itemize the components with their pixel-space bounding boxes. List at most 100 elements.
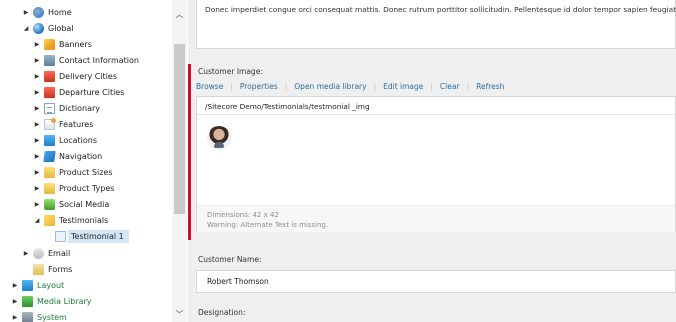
clear-link[interactable]: Clear (440, 82, 460, 91)
expand-arrow-icon[interactable]: ▶ (11, 296, 19, 306)
tree-item-product-sizes[interactable]: ▶ Product Sizes (33, 164, 113, 180)
alt-text-warning: Warning: Alternate Text is missing. (207, 221, 329, 229)
previous-text-field[interactable]: Donec imperdiet congue orci consequat ma… (196, 0, 676, 49)
tree-item-delivery-cities[interactable]: ▶ Delivery Cities (33, 68, 117, 84)
layout-icon (22, 279, 33, 291)
item-editor: Donec imperdiet congue orci consequat ma… (188, 0, 676, 322)
expand-arrow-icon[interactable]: ▶ (22, 7, 30, 17)
dictionary-icon (44, 102, 55, 114)
expand-arrow-icon[interactable]: ▶ (33, 183, 41, 193)
delivery-cities-icon (44, 70, 55, 82)
tree-item-testimonials[interactable]: ◢ Testimonials (33, 212, 108, 228)
tree-item-media-library[interactable]: ▶ Media Library (11, 293, 92, 309)
tree-item-layout[interactable]: ▶ Layout (11, 277, 64, 293)
scrollbar-thumb[interactable] (174, 44, 185, 214)
tree-item-label: Locations (59, 135, 98, 145)
expand-arrow-icon[interactable]: ▶ (33, 71, 41, 81)
customer-name-input[interactable]: Robert Thomson (196, 270, 676, 293)
chevron-up-icon[interactable]: ︿ (172, 8, 187, 20)
forms-icon (33, 263, 44, 275)
customer-name-label: Customer Name: (198, 255, 262, 264)
image-path: /Sitecore Demo/Testimonials/testmonial _… (197, 97, 675, 115)
testimonial-item-icon (55, 230, 66, 242)
tree-item-label: Media Library (37, 296, 92, 306)
tree-item-label: Product Sizes (59, 167, 113, 177)
tree-item-label: Banners (59, 39, 92, 49)
testimonials-icon (44, 214, 55, 226)
tree-item-label: Product Types (59, 183, 115, 193)
expand-arrow-icon[interactable]: ▶ (33, 119, 41, 129)
tree-item-product-types[interactable]: ▶ Product Types (33, 180, 114, 196)
expand-arrow-icon[interactable]: ▶ (33, 39, 41, 49)
expand-arrow-icon[interactable]: ▶ (33, 55, 41, 65)
departure-cities-icon (44, 86, 55, 98)
expand-arrow-icon[interactable]: ▶ (33, 151, 41, 161)
collapse-arrow-icon[interactable]: ◢ (22, 23, 30, 33)
tree-item-label: Global (48, 23, 74, 33)
expand-arrow-icon[interactable]: ▶ (22, 248, 30, 258)
tree-item-dictionary[interactable]: ▶ Dictionary (33, 100, 100, 116)
content-tree: ▶ Home ◢ Global ▶ Banners ▶ Contact Info… (0, 0, 172, 322)
globe-icon (33, 22, 44, 34)
expand-arrow-icon[interactable]: ▶ (33, 103, 41, 113)
tree-item-label: Dictionary (59, 103, 101, 113)
tree-item-departure-cities[interactable]: ▶ Departure Cities (33, 84, 124, 100)
tree-item-email[interactable]: ▶ Email (22, 245, 70, 261)
tree-item-label: Departure Cities (59, 87, 125, 97)
testimonial-thumbnail-image (207, 126, 231, 150)
tree-item-label: Email (48, 248, 71, 258)
tree-item-banners[interactable]: ▶ Banners (33, 36, 92, 52)
media-library-icon (22, 295, 33, 307)
tree-item-features[interactable]: ▶ Features (33, 116, 93, 132)
locations-icon (44, 134, 55, 146)
customer-image-label: Customer Image: (198, 67, 263, 76)
chevron-down-icon[interactable]: ﹀ (172, 308, 187, 320)
home-icon (33, 6, 44, 18)
expand-arrow-icon[interactable]: ▶ (33, 199, 41, 209)
image-meta: Dimensions: 42 x 42 Warning: Alternate T… (197, 205, 675, 232)
navigation-icon (43, 150, 56, 162)
tree-item-label: Layout (37, 280, 65, 290)
tree-item-label: Features (59, 119, 94, 129)
tree-item-system[interactable]: ▶ System (11, 309, 67, 322)
collapse-arrow-icon[interactable]: ◢ (33, 215, 41, 225)
tree-item-forms[interactable]: Forms (22, 261, 72, 277)
tree-item-label: Delivery Cities (59, 71, 118, 81)
expand-arrow-icon[interactable]: ▶ (33, 87, 41, 97)
contact-card-icon (44, 54, 55, 66)
tree-item-label: Social Media (59, 199, 110, 209)
expand-arrow-icon[interactable]: ▶ (33, 167, 41, 177)
tree-item-testimonial-1[interactable]: Testimonial 1 (44, 228, 129, 244)
system-icon (22, 311, 33, 322)
open-media-library-link[interactable]: Open media library (294, 82, 366, 91)
browse-link[interactable]: Browse (196, 82, 223, 91)
expand-arrow-icon[interactable]: ▶ (11, 312, 19, 322)
expand-arrow-icon[interactable]: ▶ (33, 135, 41, 145)
social-media-icon (44, 198, 55, 210)
tree-item-label: System (37, 312, 67, 322)
edit-image-link[interactable]: Edit image (383, 82, 423, 91)
folder-icon (44, 166, 55, 178)
properties-link[interactable]: Properties (240, 82, 278, 91)
refresh-link[interactable]: Refresh (476, 82, 504, 91)
folder-icon (44, 182, 55, 194)
tree-item-label: Testimonial 1 (68, 229, 129, 243)
tree-item-global[interactable]: ◢ Global (22, 20, 74, 36)
tree-item-locations[interactable]: ▶ Locations (33, 132, 97, 148)
tree-item-home[interactable]: ▶ Home (22, 4, 72, 20)
expand-arrow-icon[interactable]: ▶ (11, 280, 19, 290)
tree-item-navigation[interactable]: ▶ Navigation (33, 148, 102, 164)
tree-item-label: Home (48, 7, 72, 17)
tree-item-label: Testimonials (59, 215, 109, 225)
image-field-actions: Browse | Properties | Open media library… (196, 82, 505, 91)
tree-item-contact-information[interactable]: ▶ Contact Information (33, 52, 139, 68)
tree-scrollbar[interactable]: ︿ ﹀ (172, 0, 187, 322)
features-icon (44, 117, 56, 130)
tree-item-label: Forms (48, 264, 73, 274)
designation-label: Designation: (198, 308, 246, 317)
tree-item-social-media[interactable]: ▶ Social Media (33, 196, 109, 212)
image-dimensions: Dimensions: 42 x 42 (207, 211, 279, 219)
folder-banners-icon (44, 38, 55, 50)
tree-item-label: Navigation (59, 151, 103, 161)
image-preview-box[interactable]: /Sitecore Demo/Testimonials/testmonial _… (196, 96, 676, 232)
